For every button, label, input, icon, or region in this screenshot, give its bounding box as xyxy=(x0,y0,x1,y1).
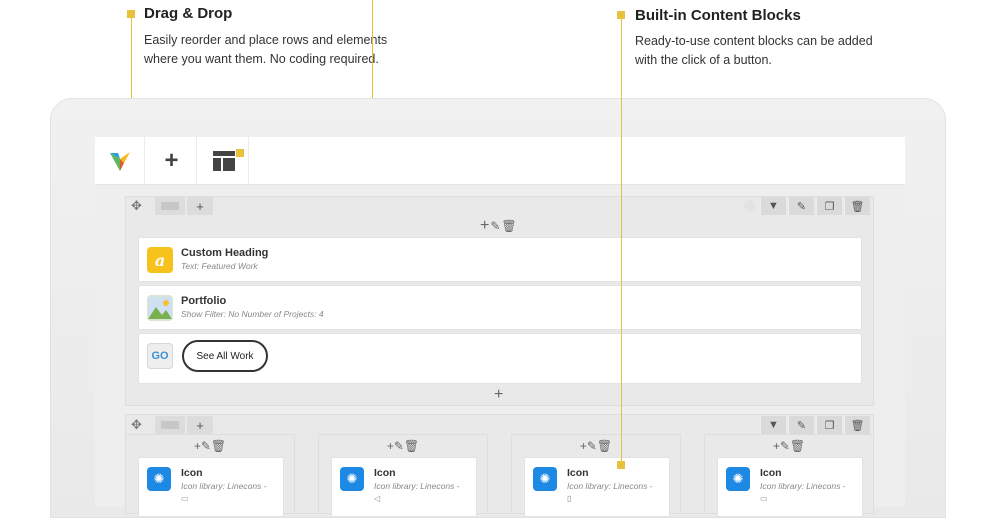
add-element-button[interactable]: + xyxy=(147,137,197,185)
portfolio-element[interactable]: Portfolio Show Filter: No Number of Proj… xyxy=(138,285,862,330)
column-tools[interactable]: +✎🗑 xyxy=(512,439,680,453)
chevron-down-icon: ▼ xyxy=(768,419,779,431)
element-title: Icon xyxy=(374,467,396,479)
content-blocks-description-line1: Ready-to-use content blocks can be added xyxy=(635,34,873,48)
column-tools[interactable]: +✎🗑 xyxy=(319,439,487,453)
row-1-dropdown-button[interactable]: ▼ xyxy=(760,197,786,215)
element-title: Icon xyxy=(760,467,782,479)
element-subtitle: Text: Featured Work xyxy=(181,261,258,271)
element-subtitle: Icon library: Linecons - xyxy=(760,481,846,491)
row-1-clone-button[interactable]: ❐ xyxy=(816,197,842,215)
editor-toolbar: + xyxy=(95,137,905,185)
icon-element[interactable]: ✺ Icon Icon library: Linecons - ▯ xyxy=(524,457,670,517)
row-1-delete-button[interactable]: 🗑 xyxy=(844,197,870,215)
row-2-edit-button[interactable]: ✎ xyxy=(788,416,814,434)
element-title: Portfolio xyxy=(181,295,227,307)
plus-icon: + xyxy=(164,147,179,174)
layout-template-icon xyxy=(212,151,235,171)
chevron-down-icon: ▼ xyxy=(768,200,779,212)
templates-button[interactable] xyxy=(199,137,249,185)
clone-icon: ❐ xyxy=(824,200,835,213)
element-subtitle: Show Filter: No Number of Projects: 4 xyxy=(181,309,324,319)
drag-drop-title: Drag & Drop xyxy=(144,5,233,22)
go-icon: GO xyxy=(147,343,173,369)
row-2-layout-button[interactable] xyxy=(155,416,185,434)
drag-drop-description-line2: where you want them. No coding required. xyxy=(144,52,379,66)
image-icon xyxy=(147,295,173,321)
heading-icon: a xyxy=(147,247,173,273)
content-blocks-connector xyxy=(621,15,622,465)
phone-icon: ▯ xyxy=(567,494,572,503)
row-1-edit-button[interactable]: ✎ xyxy=(788,197,814,215)
row-2-move-icon[interactable]: ✥ xyxy=(131,417,142,433)
trash-icon: 🗑 xyxy=(850,419,865,432)
vc-logo-button[interactable] xyxy=(95,137,145,185)
drag-drop-description-line1: Easily reorder and place rows and elemen… xyxy=(144,33,388,47)
see-all-work-button[interactable]: See All Work xyxy=(182,340,268,372)
row-layout-icon xyxy=(161,421,179,429)
pencil-icon: ✎ xyxy=(796,419,807,432)
element-title: Icon xyxy=(181,467,203,479)
icon-element[interactable]: ✺ Icon Icon library: Linecons - ▭ xyxy=(138,457,284,517)
vc-logo-icon xyxy=(109,152,130,171)
row-1-move-icon[interactable]: ✥ xyxy=(131,198,142,214)
content-blocks-target-bullet xyxy=(617,461,625,469)
monitor-icon: ▭ xyxy=(760,494,768,503)
trash-icon[interactable]: 🗑 xyxy=(501,219,517,233)
row-2-clone-button[interactable]: ❐ xyxy=(816,416,842,434)
icon-element[interactable]: ✺ Icon Icon library: Linecons - ◁ xyxy=(331,457,477,517)
pencil-icon: ✎ xyxy=(796,200,807,213)
plus-icon: + xyxy=(196,417,204,433)
row-layout-icon xyxy=(161,202,179,210)
element-subtitle: Icon library: Linecons - xyxy=(567,481,653,491)
sun-icon: ✺ xyxy=(340,467,364,491)
column-tools[interactable]: +✎🗑 xyxy=(480,217,518,235)
row-2-delete-button[interactable]: 🗑 xyxy=(844,416,870,434)
button-element[interactable]: GO See All Work xyxy=(138,333,862,384)
column-2[interactable]: +✎🗑 ✺ Icon Icon library: Linecons - ◁ xyxy=(318,434,488,517)
element-title: Custom Heading xyxy=(181,247,269,259)
column-tools[interactable]: +✎🗑 xyxy=(126,439,294,453)
row-1-color-indicator xyxy=(744,200,756,212)
clone-icon: ❐ xyxy=(824,419,835,432)
column-4[interactable]: +✎🗑 ✺ Icon Icon library: Linecons - ▭ xyxy=(704,434,874,517)
plus-icon: + xyxy=(196,198,204,214)
column-1[interactable]: +✎🗑 ✺ Icon Icon library: Linecons - ▭ xyxy=(125,434,295,517)
sun-icon: ✺ xyxy=(726,467,750,491)
layout-bullet xyxy=(236,149,244,157)
sun-icon: ✺ xyxy=(533,467,557,491)
element-subtitle: Icon library: Linecons - xyxy=(181,481,267,491)
column-tools[interactable]: +✎🗑 xyxy=(705,439,873,453)
sun-icon: ✺ xyxy=(147,467,171,491)
row-2-dropdown-button[interactable]: ▼ xyxy=(760,416,786,434)
column-3[interactable]: +✎🗑 ✺ Icon Icon library: Linecons - ▯ xyxy=(511,434,681,517)
element-title: Icon xyxy=(567,467,589,479)
paper-plane-icon: ◁ xyxy=(374,494,381,503)
monitor-icon: ▭ xyxy=(181,494,189,503)
pencil-icon[interactable]: ✎ xyxy=(490,219,501,233)
row-2-add-column-button[interactable]: + xyxy=(187,416,213,434)
icon-element[interactable]: ✺ Icon Icon library: Linecons - ▭ xyxy=(717,457,863,517)
custom-heading-element[interactable]: a Custom Heading Text: Featured Work xyxy=(138,237,862,282)
row-1-add-column-button[interactable]: + xyxy=(187,197,213,215)
plus-icon[interactable]: + xyxy=(480,217,490,234)
content-blocks-description-line2: with the click of a button. xyxy=(635,53,772,67)
element-subtitle: Icon library: Linecons - xyxy=(374,481,460,491)
trash-icon: 🗑 xyxy=(850,200,865,213)
row-1-add-element-button[interactable]: + xyxy=(494,386,503,404)
row-1-layout-button[interactable] xyxy=(155,197,185,215)
content-blocks-title: Built-in Content Blocks xyxy=(635,7,801,24)
